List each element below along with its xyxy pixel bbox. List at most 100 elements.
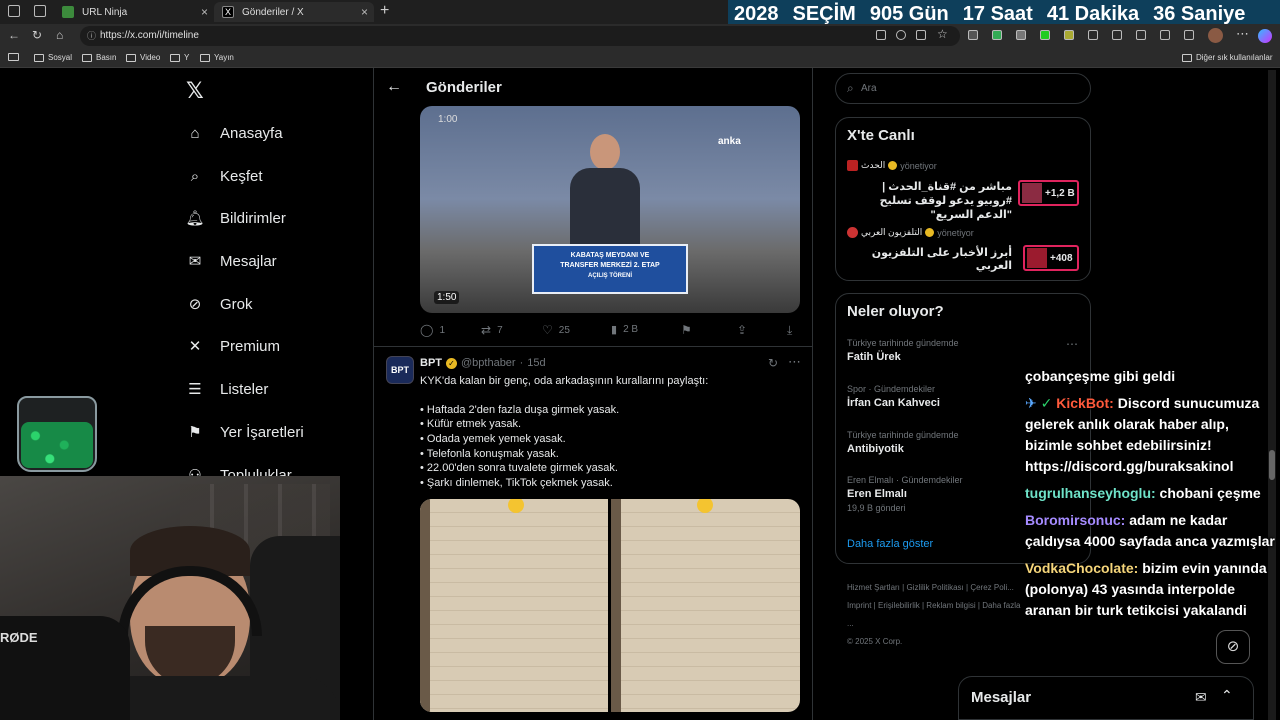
close-tab-icon[interactable]: × bbox=[201, 5, 208, 19]
nav-explore[interactable]: ⌕ Keşfet bbox=[186, 167, 263, 185]
chat-username: tugrulhanseyhoglu: bbox=[1025, 485, 1156, 501]
bookmark-button[interactable]: ⚑ bbox=[681, 323, 692, 337]
new-message-icon[interactable]: ✉ bbox=[1195, 689, 1207, 706]
extension-icon[interactable] bbox=[1040, 30, 1050, 40]
nav-premium[interactable]: ✕ Premium bbox=[186, 337, 280, 356]
messages-drawer[interactable]: Mesajlar ✉ ⌃ bbox=[958, 676, 1254, 720]
emoji-sticker-icon bbox=[697, 499, 713, 513]
footer-link-imprint[interactable]: Imprint bbox=[847, 601, 871, 610]
chat-username: KickBot: bbox=[1056, 395, 1114, 411]
extension-icon[interactable] bbox=[968, 30, 978, 40]
live-count-badge[interactable]: +408 bbox=[1023, 245, 1079, 271]
home-icon[interactable]: ⌂ bbox=[56, 28, 63, 42]
nav-notifications[interactable]: 🔔︎ Bildirimler bbox=[185, 209, 285, 228]
envelope-icon: ✉ bbox=[188, 253, 202, 270]
emoji-sticker-icon bbox=[508, 499, 524, 513]
favorites-icon[interactable] bbox=[1136, 30, 1146, 40]
footer-link-privacy[interactable]: Gizlilik Politikası bbox=[906, 583, 963, 592]
live-count-badge[interactable]: +1,2 B bbox=[1018, 180, 1079, 206]
like-button[interactable]: ♡ 25 bbox=[542, 323, 570, 337]
url-input[interactable]: ⓘ https://x.com/i/timeline bbox=[80, 26, 960, 46]
chat-message: ✈ ✓ KickBot: Discord sunucumuza gelerek … bbox=[1025, 393, 1275, 477]
extension-icon[interactable] bbox=[992, 30, 1002, 40]
share-icon: ⇪ bbox=[737, 323, 748, 337]
footer-link-ads-info[interactable]: Reklam bilgisi bbox=[926, 601, 975, 610]
trend-more-icon[interactable]: ⋯ bbox=[1066, 337, 1078, 351]
author-name[interactable]: BPT bbox=[420, 357, 442, 369]
trend-item[interactable]: Eren Elmalı · Gündemdekiler Eren Elmalı … bbox=[847, 475, 963, 513]
extension-icon[interactable] bbox=[1016, 30, 1026, 40]
browser-menu-icon[interactable] bbox=[8, 5, 20, 17]
nav-lists[interactable]: ☰ Listeler bbox=[186, 380, 268, 399]
more-options-icon[interactable]: ⋯ bbox=[788, 354, 801, 370]
repost-button[interactable]: ⇄ 7 bbox=[481, 323, 503, 337]
nav-bookmarks[interactable]: ⚑ Yer İşaretleri bbox=[186, 423, 303, 442]
bookmark-folder-sosyal[interactable]: Sosyal bbox=[34, 53, 72, 62]
back-arrow-icon[interactable]: ← bbox=[8, 28, 20, 42]
extensions-puzzle-icon[interactable] bbox=[1088, 30, 1098, 40]
nav-home[interactable]: ⌂ Anasayfa bbox=[186, 124, 282, 142]
more-options-icon[interactable]: ⋯ bbox=[1236, 26, 1249, 42]
tab-url-ninja[interactable]: URL Ninja × bbox=[54, 2, 214, 22]
bookmark-icon[interactable] bbox=[8, 53, 19, 61]
video-player[interactable]: KABATAŞ MEYDANI VE TRANSFER MERKEZİ 2. E… bbox=[420, 106, 800, 313]
trend-item[interactable]: Türkiye tarihinde gündemde Fatih Ürek bbox=[847, 338, 959, 363]
read-aloud-icon[interactable] bbox=[916, 30, 926, 40]
video-timestamp-top: 1:00 bbox=[438, 114, 458, 125]
bookmark-folder-basin[interactable]: Basın bbox=[82, 53, 116, 62]
trend-item[interactable]: Türkiye tarihinde gündemde Antibiyotik bbox=[847, 430, 959, 455]
split-screen-icon[interactable] bbox=[1112, 30, 1122, 40]
nav-grok[interactable]: ⊘ Grok bbox=[186, 295, 253, 314]
collections-icon[interactable] bbox=[1160, 30, 1170, 40]
reply-button[interactable]: ◯ 1 bbox=[420, 323, 445, 337]
tweet-rule: • 22.00'den sonra tuvalete girmek yasak. bbox=[420, 462, 618, 474]
live-item-text: مباشر من #قناة_الحدث | #روبيو يدعو لوقف … bbox=[879, 181, 1012, 221]
live-thumbnail bbox=[1022, 183, 1042, 203]
chat-text: chobani çeşme bbox=[1155, 485, 1261, 501]
bookmark-folder-yayin[interactable]: Yayın bbox=[200, 53, 234, 62]
tweet-photo-left[interactable] bbox=[420, 499, 609, 712]
share-button[interactable]: ⇪ bbox=[737, 323, 747, 337]
show-more-link[interactable]: Daha fazla göster bbox=[847, 538, 933, 550]
favorite-star-icon[interactable]: ☆ bbox=[937, 27, 948, 41]
verified-badge-icon bbox=[925, 228, 935, 237]
refresh-icon[interactable]: ↻ bbox=[32, 28, 42, 42]
back-arrow-icon[interactable]: ← bbox=[386, 78, 402, 96]
live-item[interactable]: التلفزيون العربي yönetiyor أبرز الأخبار … bbox=[847, 227, 1082, 275]
new-tab-plus-icon[interactable]: + bbox=[380, 2, 389, 20]
expand-chevron-icon[interactable]: ⌃ bbox=[1221, 687, 1233, 704]
extension-icon[interactable] bbox=[1064, 30, 1074, 40]
views-count: 2 B bbox=[623, 324, 639, 335]
copilot-icon[interactable] bbox=[1258, 29, 1272, 43]
search-input[interactable]: ⌕ Ara bbox=[835, 73, 1091, 104]
bookmark-folder-video[interactable]: Video bbox=[126, 53, 160, 62]
download-button[interactable]: ⤓ bbox=[787, 323, 792, 338]
views-button[interactable]: ▮ 2 B bbox=[611, 323, 638, 336]
author-handle[interactable]: @bpthaber bbox=[461, 357, 516, 369]
trend-item[interactable]: Spor · Gündemdekiler İrfan Can Kahveci bbox=[847, 384, 940, 409]
grok-explain-icon[interactable]: ↻ bbox=[768, 356, 778, 370]
zoom-icon[interactable] bbox=[896, 30, 906, 40]
footer-link-accessibility[interactable]: Erişilebilirlik bbox=[878, 601, 920, 610]
footer-link-cookie[interactable]: Çerez Poli... bbox=[970, 583, 1014, 592]
tweet-time[interactable]: 15d bbox=[527, 357, 545, 369]
tweet-photo-right[interactable] bbox=[611, 499, 800, 712]
video-watermark: anka bbox=[718, 136, 741, 147]
profile-avatar[interactable] bbox=[1208, 28, 1223, 43]
bookmark-folder-y[interactable]: Y bbox=[170, 53, 189, 62]
page-title: Gönderiler bbox=[426, 79, 502, 96]
x-logo-icon[interactable]: 𝕏 bbox=[186, 78, 204, 104]
grok-floating-button[interactable]: ⊘ bbox=[1216, 630, 1250, 664]
app-available-icon[interactable] bbox=[876, 30, 886, 40]
folder-icon bbox=[200, 53, 210, 62]
footer-link-terms[interactable]: Hizmet Şartları bbox=[847, 583, 900, 592]
tab-actions-icon[interactable] bbox=[34, 5, 46, 17]
author-avatar[interactable]: BPT bbox=[386, 356, 414, 384]
other-bookmarks-folder[interactable]: Diğer sık kullanılanlar bbox=[1182, 53, 1272, 62]
close-tab-icon[interactable]: × bbox=[361, 5, 368, 19]
downloads-icon[interactable] bbox=[1184, 30, 1194, 40]
site-info-icon[interactable]: ⓘ bbox=[87, 26, 96, 46]
live-item[interactable]: الحدث yönetiyor مباشر من #قناة_الحدث | #… bbox=[847, 160, 1082, 221]
tab-x-posts[interactable]: X Gönderiler / X × bbox=[214, 2, 374, 22]
nav-messages[interactable]: ✉ Mesajlar bbox=[186, 252, 277, 271]
